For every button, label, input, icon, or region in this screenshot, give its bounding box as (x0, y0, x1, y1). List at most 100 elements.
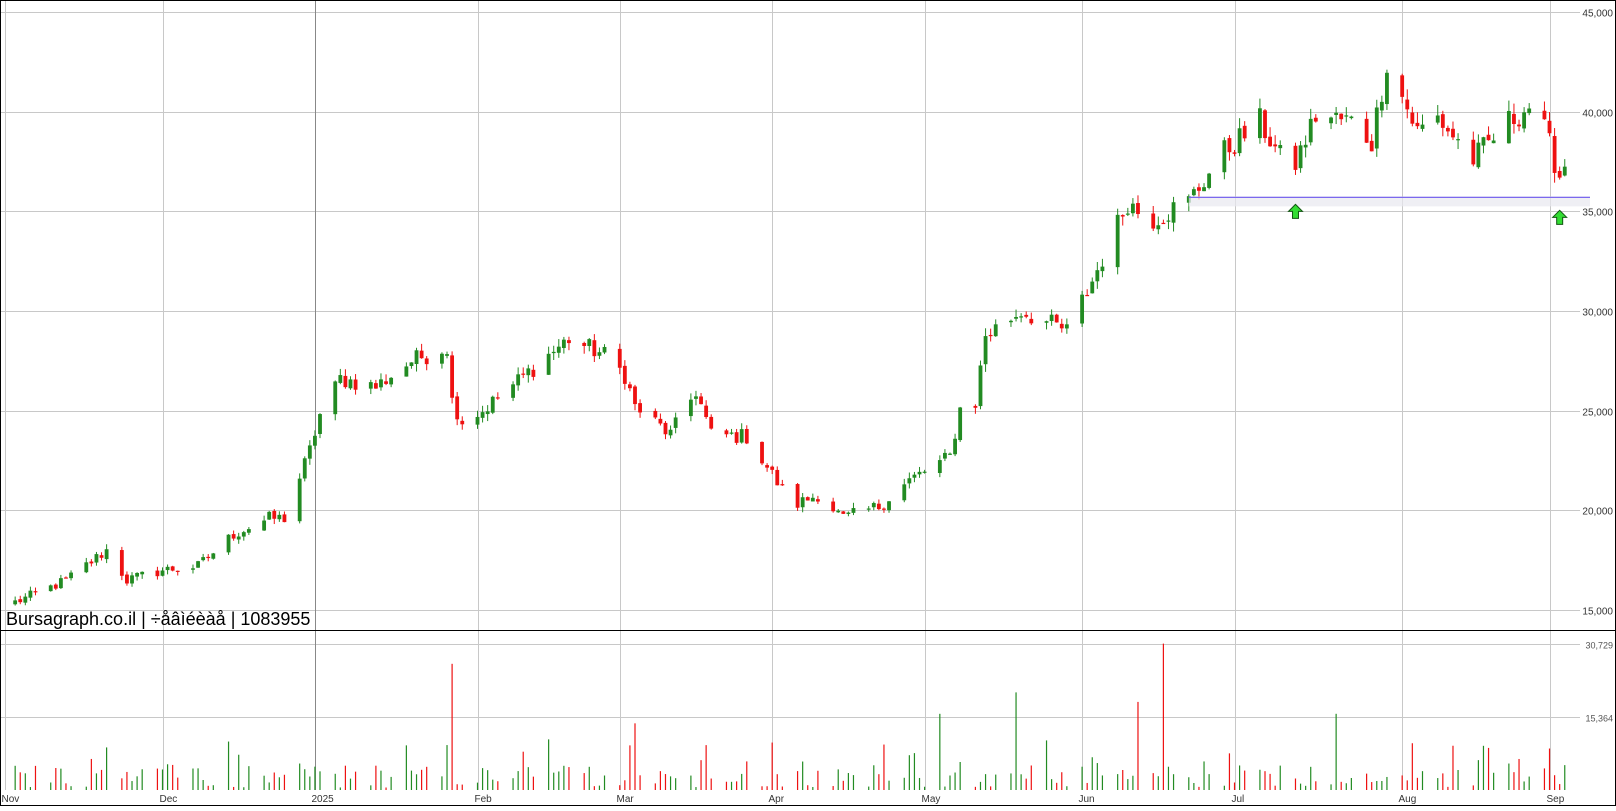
candle-body (1115, 214, 1120, 268)
candle-body (907, 478, 912, 484)
candle-body (1542, 110, 1547, 120)
candle-body (490, 396, 495, 413)
candle-body (1120, 215, 1125, 217)
candle-body (1227, 138, 1232, 153)
candle-body (155, 570, 160, 577)
candle-body (1054, 314, 1059, 323)
candle-body (887, 501, 891, 511)
candle-body (815, 499, 820, 502)
candle-body (1517, 124, 1521, 127)
candle-body (368, 382, 373, 389)
volume-bars (14, 643, 1566, 790)
candle-body (1379, 101, 1384, 111)
x-tick-label: Mar (617, 794, 635, 805)
price-candles (13, 69, 1567, 606)
candle-body (353, 379, 358, 390)
candle-body (1405, 99, 1410, 110)
candle-body (516, 374, 521, 386)
candle-body (1369, 140, 1374, 152)
price-tick-label: 40,000 (1582, 109, 1613, 120)
x-tick-label: Dec (160, 794, 178, 805)
candle-body (1263, 110, 1267, 139)
candle-body (1374, 107, 1379, 149)
candle-body (658, 418, 663, 424)
candle-body (191, 568, 195, 570)
candle-body (1080, 294, 1085, 324)
candle-body (1512, 113, 1516, 124)
candle-body (1095, 270, 1100, 282)
candle-body (414, 350, 419, 365)
candle-body (937, 460, 942, 474)
candle-body (333, 381, 338, 415)
candle-body (810, 497, 815, 502)
candle-body (775, 469, 780, 486)
candle-body (1349, 116, 1354, 119)
candle-body (206, 556, 211, 559)
candle-body (48, 585, 53, 592)
volume-tick-label: 30,729 (1585, 641, 1613, 651)
candle-body (94, 554, 99, 563)
price-tick-label: 20,000 (1582, 507, 1613, 518)
candle-body (201, 557, 206, 561)
candle-body (33, 591, 38, 593)
candle-body (104, 549, 109, 560)
candle-body (236, 536, 241, 540)
candle-body (602, 346, 607, 353)
candle-body (638, 403, 642, 413)
candle-body (302, 458, 307, 479)
candle-body (58, 578, 63, 589)
candle-body (688, 399, 693, 417)
candle-body (226, 534, 231, 553)
candle-body (1268, 136, 1272, 147)
candle-body (653, 410, 658, 418)
x-tick-label: Jun (1079, 794, 1095, 805)
candle-body (882, 508, 886, 510)
candle-body (409, 362, 414, 367)
price-tick-label: 25,000 (1582, 408, 1613, 419)
candle-body (628, 384, 632, 389)
candle-body (231, 534, 236, 539)
candle-body (480, 412, 485, 418)
candle-body (1014, 316, 1018, 319)
candle-body (993, 324, 998, 337)
candle-body (1385, 72, 1389, 105)
candle-body (135, 572, 140, 577)
volume-tick-label: 15,364 (1585, 714, 1613, 724)
candle-body (450, 355, 455, 398)
candle-body (1506, 110, 1511, 144)
candle-body (1557, 170, 1562, 178)
candle-body (1308, 118, 1313, 143)
candle-body (1009, 320, 1013, 323)
candle-body (1562, 166, 1567, 176)
candle-body (1019, 316, 1024, 318)
candle-body (734, 432, 739, 443)
candle-body (1202, 187, 1206, 192)
stock-chart-panel: 15,000 20,000 25,000 30,000 35,000 40,000 45,0… (0, 0, 1616, 806)
price-tick-label: 15,000 (1582, 607, 1613, 618)
candle-body (1136, 203, 1140, 215)
x-tick-label: Sep (1547, 794, 1565, 805)
candle-body (1191, 189, 1196, 196)
candle-body (343, 375, 348, 388)
candle-body (262, 520, 267, 531)
candle-body (297, 478, 302, 522)
candle-body (922, 471, 927, 473)
candle-body (1440, 114, 1445, 128)
x-tick-label: Jul (1232, 794, 1245, 805)
candle-body (246, 529, 251, 533)
candle-body (978, 365, 983, 407)
candle-body (64, 577, 68, 579)
candle-body (1435, 115, 1440, 123)
candle-body (1334, 112, 1339, 115)
x-tick-label: May (922, 794, 941, 805)
candle-body (1486, 134, 1491, 141)
candle-body (267, 511, 272, 520)
candle-body (1456, 139, 1460, 141)
candle-body (912, 474, 917, 478)
candlestick-chart: 15,000 20,000 25,000 30,000 35,000 40,000 45,0… (0, 0, 1616, 806)
candle-body (1445, 127, 1450, 132)
candle-body (1166, 220, 1171, 222)
price-tick-label: 30,000 (1582, 308, 1613, 319)
candle-body (836, 510, 841, 513)
candle-body (765, 465, 770, 468)
